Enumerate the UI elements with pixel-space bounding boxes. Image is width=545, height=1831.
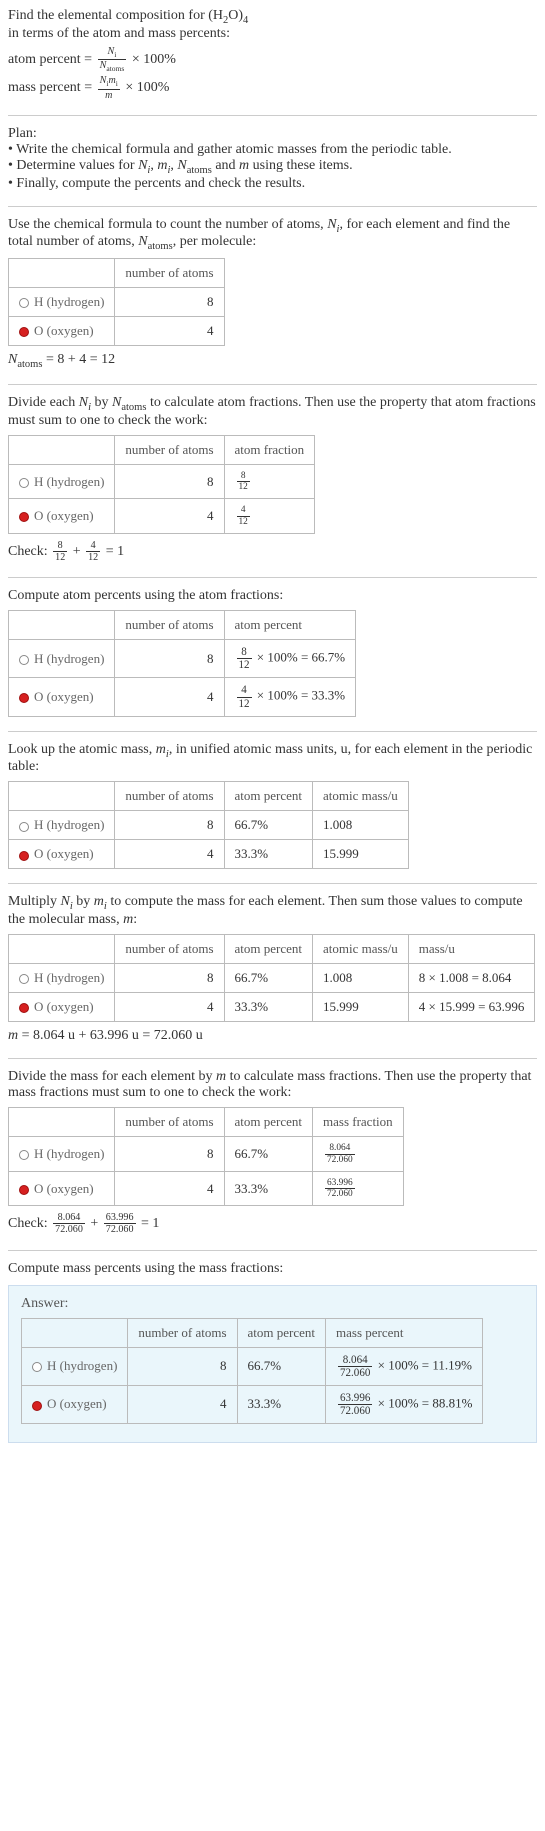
table-row: H (hydrogen) 8 66.7% 1.008 8 × 1.008 = 8… (9, 964, 535, 993)
atom-percent-formula: atom percent = Ni Natoms × 100% (8, 46, 537, 74)
col-number-atoms: number of atoms (115, 259, 224, 288)
element-cell: O (oxygen) (9, 317, 115, 346)
table-header-row: number of atoms atom fraction (9, 435, 315, 464)
table-row: H (hydrogen) 8 66.7% 8.06472.060 (9, 1137, 404, 1172)
hydrogen-dot-icon (19, 478, 29, 488)
table-header-row: number of atoms (9, 259, 225, 288)
times-100: × 100% (132, 52, 176, 67)
hydrogen-dot-icon (19, 822, 29, 832)
step6-check: Check: 8.06472.060 + 63.99672.060 = 1 (8, 1212, 537, 1235)
step6-text: Divide the mass for each element by m to… (8, 1069, 537, 1101)
oxygen-dot-icon (19, 693, 29, 703)
divider (8, 384, 537, 385)
plan-title: Plan: (8, 126, 537, 142)
times-100: × 100% (125, 80, 169, 95)
element-cell: H (hydrogen) (9, 288, 115, 317)
step1-text: Use the chemical formula to count the nu… (8, 217, 537, 253)
divider (8, 115, 537, 116)
table-row: H (hydrogen) 8 812 (9, 464, 315, 499)
plan-bullet-1: • Write the chemical formula and gather … (8, 142, 537, 158)
hydrogen-dot-icon (19, 655, 29, 665)
hydrogen-dot-icon (19, 974, 29, 984)
oxygen-dot-icon (19, 851, 29, 861)
step2-table: number of atoms atom fraction H (hydroge… (8, 435, 315, 534)
oxygen-dot-icon (19, 1185, 29, 1195)
mass-percent-formula: mass percent = Nimi m × 100% (8, 75, 537, 100)
col-number-atoms: number of atoms (115, 435, 224, 464)
table-row: H (hydrogen) 8 66.7% 8.06472.060 × 100% … (22, 1347, 483, 1385)
hydrogen-dot-icon (19, 1150, 29, 1160)
table-header-row: number of atoms atom percent atomic mass… (9, 782, 409, 811)
table-row: O (oxygen) 4 33.3% 15.999 4 × 15.999 = 6… (9, 993, 535, 1022)
table-header-row: number of atoms atom percent mass percen… (22, 1318, 483, 1347)
table-row: O (oxygen) 4 (9, 317, 225, 346)
hydrogen-dot-icon (32, 1362, 42, 1372)
plan-section: Plan: • Write the chemical formula and g… (8, 126, 537, 192)
plan-bullet-2: • Determine values for Ni, mi, Natoms an… (8, 158, 537, 176)
table-row: O (oxygen) 4 33.3% 63.99672.060 × 100% =… (22, 1385, 483, 1423)
answer-label: Answer: (21, 1296, 524, 1312)
value-cell: 8 (115, 288, 224, 317)
table-row: H (hydrogen) 8 66.7% 1.008 (9, 811, 409, 840)
intro-line1: Find the elemental composition for (H (8, 8, 223, 23)
step4-text: Look up the atomic mass, mi, in unified … (8, 742, 537, 776)
step5-text: Multiply Ni by mi to compute the mass fo… (8, 894, 537, 928)
step3-text: Compute atom percents using the atom fra… (8, 588, 537, 604)
table-row: O (oxygen) 4 412 (9, 499, 315, 534)
oxygen-dot-icon (19, 512, 29, 522)
answer-table: number of atoms atom percent mass percen… (21, 1318, 483, 1425)
step2-check: Check: 812 + 412 = 1 (8, 540, 537, 563)
hydrogen-dot-icon (19, 298, 29, 308)
divider (8, 206, 537, 207)
intro-line2: in terms of the atom and mass percents: (8, 26, 230, 41)
table-header-row: number of atoms atom percent atomic mass… (9, 935, 535, 964)
sub-4: 4 (243, 15, 248, 26)
intro-text: Find the elemental composition for (H2O)… (8, 8, 537, 42)
oxygen-dot-icon (19, 327, 29, 337)
step4-table: number of atoms atom percent atomic mass… (8, 781, 409, 869)
col-number-atoms: number of atoms (115, 611, 224, 640)
col-atom-fraction: atom fraction (224, 435, 315, 464)
table-row: H (hydrogen) 8 (9, 288, 225, 317)
table-header-row: number of atoms atom percent mass fracti… (9, 1108, 404, 1137)
table-row: H (hydrogen) 8 812 × 100% = 66.7% (9, 640, 356, 678)
step1-table: number of atoms H (hydrogen) 8 O (oxygen… (8, 258, 225, 346)
divider (8, 883, 537, 884)
atom-pct-lhs: atom percent = (8, 52, 96, 67)
divider (8, 1058, 537, 1059)
step3-table: number of atoms atom percent H (hydrogen… (8, 610, 356, 717)
n-atoms-sum: Natoms = 8 + 4 = 12 (8, 352, 537, 370)
table-row: O (oxygen) 4 33.3% 15.999 (9, 840, 409, 869)
step6-table: number of atoms atom percent mass fracti… (8, 1107, 404, 1206)
mass-pct-lhs: mass percent = (8, 80, 96, 95)
intro-line1b: O) (228, 8, 243, 23)
table-header-row: number of atoms atom percent (9, 611, 356, 640)
step7-text: Compute mass percents using the mass fra… (8, 1261, 537, 1277)
blank-header (9, 259, 115, 288)
divider (8, 731, 537, 732)
table-row: O (oxygen) 4 33.3% 63.99672.060 (9, 1171, 404, 1206)
divider (8, 1250, 537, 1251)
fraction: Nimi m (98, 75, 120, 100)
answer-box: Answer: number of atoms atom percent mas… (8, 1285, 537, 1444)
value-cell: 4 (115, 317, 224, 346)
molecular-mass-sum: m = 8.064 u + 63.996 u = 72.060 u (8, 1028, 537, 1044)
oxygen-dot-icon (32, 1401, 42, 1411)
divider (8, 577, 537, 578)
step2-text: Divide each Ni by Natoms to calculate at… (8, 395, 537, 429)
plan-bullet-3: • Finally, compute the percents and chec… (8, 176, 537, 192)
table-row: O (oxygen) 4 412 × 100% = 33.3% (9, 678, 356, 716)
col-atom-percent: atom percent (224, 611, 356, 640)
fraction: Ni Natoms (98, 46, 127, 74)
oxygen-dot-icon (19, 1003, 29, 1013)
step5-table: number of atoms atom percent atomic mass… (8, 934, 535, 1022)
